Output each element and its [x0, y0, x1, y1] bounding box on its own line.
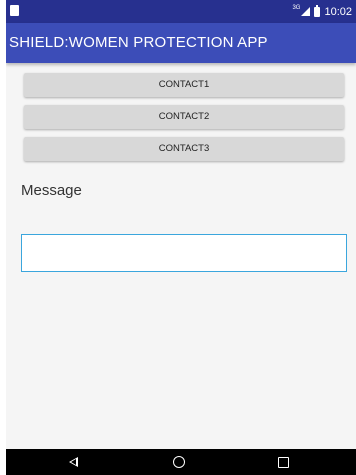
- signal-icon: [301, 7, 311, 16]
- status-time: 10:02: [324, 5, 352, 18]
- contact2-button[interactable]: CONTACT2: [24, 105, 344, 129]
- phone-screen: 3G 10:02 SHIELD:WOMEN PROTECTION APP CON…: [6, 0, 356, 475]
- network-type-label: 3G: [292, 4, 301, 11]
- status-indicators: 3G 10:02: [292, 3, 352, 20]
- message-label: Message: [21, 182, 82, 199]
- app-title: SHIELD:WOMEN PROTECTION APP: [9, 34, 268, 51]
- app-toolbar: SHIELD:WOMEN PROTECTION APP: [6, 23, 356, 63]
- home-icon[interactable]: [173, 456, 185, 468]
- back-icon[interactable]: [69, 457, 78, 467]
- battery-icon: [314, 4, 321, 17]
- app-notification-icon: [10, 5, 19, 16]
- contact1-button[interactable]: CONTACT1: [24, 73, 344, 97]
- navigation-bar: [6, 449, 356, 475]
- status-bar: 3G 10:02: [6, 0, 356, 23]
- message-input[interactable]: [21, 234, 347, 272]
- contact3-button[interactable]: CONTACT3: [24, 137, 344, 161]
- recents-icon[interactable]: [278, 457, 289, 468]
